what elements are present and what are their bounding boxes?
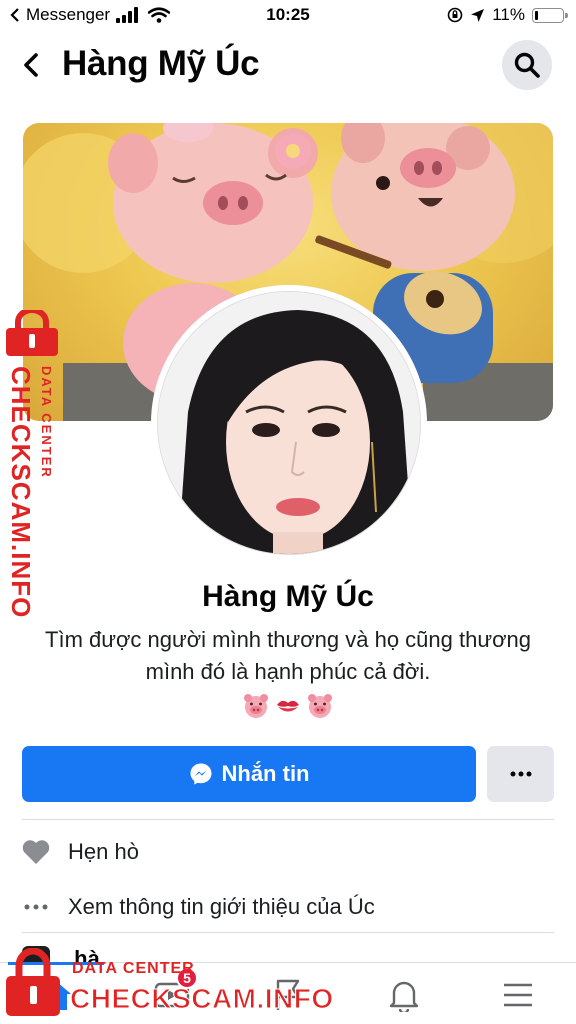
status-right: 11% — [447, 5, 568, 25]
section-divider — [22, 932, 554, 933]
profile-avatar[interactable] — [151, 285, 427, 561]
kiss-mark-icon — [277, 700, 299, 712]
heart-icon — [22, 838, 50, 866]
back-button[interactable] — [14, 48, 48, 82]
battery-level — [535, 10, 538, 20]
pig-face-icon — [244, 694, 268, 718]
search-icon — [514, 52, 540, 78]
message-button[interactable]: Nhắn tin — [22, 746, 476, 802]
info-row-dating[interactable]: Hẹn hò — [22, 827, 554, 877]
more-options-button[interactable] — [487, 746, 554, 802]
battery-icon — [532, 7, 568, 23]
info-row-about[interactable]: Xem thông tin giới thiệu của Úc — [22, 882, 554, 932]
watermark-vertical: CHECKSCAM.INFO DATA CENTER — [2, 366, 54, 618]
back-chevron-small-icon[interactable] — [10, 8, 20, 22]
more-dots-icon — [22, 893, 50, 921]
info-row-label: Hẹn hò — [68, 839, 139, 864]
watermark-big-text: CHECKSCAM.INFO — [6, 366, 36, 619]
avatar-photo — [157, 291, 421, 555]
bio-emoji-row — [0, 692, 576, 720]
bio-line-2: mình đó là hạnh phúc cả đời. — [145, 659, 431, 684]
watermark-lock-icon — [6, 310, 58, 356]
signal-icon — [116, 7, 139, 23]
bell-icon[interactable] — [384, 975, 424, 1015]
back-arrow-icon — [24, 53, 38, 77]
info-row-label: Xem thông tin giới thiệu của Úc — [68, 894, 375, 919]
avatar-portrait — [158, 292, 420, 554]
watermark-big-text: CHECKSCAM.INFO — [70, 983, 334, 1015]
status-bar: Messenger 10:25 11% — [0, 0, 576, 30]
status-left: Messenger — [10, 5, 171, 25]
orientation-lock-icon — [447, 7, 463, 23]
messenger-icon — [190, 763, 211, 785]
menu-icon[interactable] — [498, 975, 538, 1015]
more-dots-icon — [510, 771, 531, 777]
watermark-lock-icon — [6, 948, 60, 1016]
wifi-icon — [148, 7, 171, 23]
watermark-small-text: DATA CENTER — [72, 960, 195, 977]
profile-header: Hàng Mỹ Úc — [0, 30, 576, 102]
search-button[interactable] — [502, 40, 552, 90]
profile-bio: Tìm được người mình thương và họ cũng th… — [20, 624, 556, 688]
header-title: Hàng Mỹ Úc — [62, 44, 260, 83]
pig-face-icon — [308, 694, 332, 718]
profile-name: Hàng Mỹ Úc — [202, 580, 374, 613]
location-icon — [471, 8, 485, 22]
message-button-label: Nhắn tin — [221, 761, 310, 786]
section-divider — [22, 819, 554, 820]
watermark-small-text: DATA CENTER — [39, 366, 54, 479]
battery-percent: 11% — [492, 5, 525, 24]
bio-line-1: Tìm được người mình thương và họ cũng th… — [45, 627, 531, 652]
carrier-label[interactable]: Messenger — [26, 5, 110, 25]
